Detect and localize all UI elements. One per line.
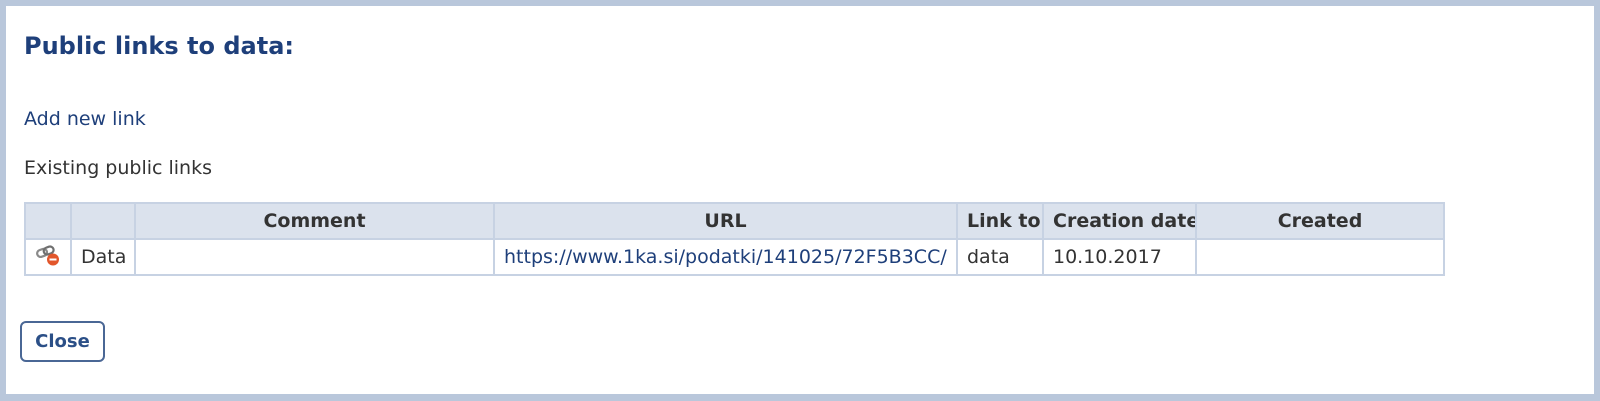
header-url: URL [493, 202, 958, 240]
row-type: Data [70, 238, 136, 276]
public-links-dialog: Public links to data: Add new link Exist… [6, 6, 1594, 394]
header-comment: Comment [134, 202, 495, 240]
table-row: Data https://www.1ka.si/podatki/141025/7… [24, 238, 1445, 276]
header-link-to: Link to [956, 202, 1044, 240]
public-links-table: Comment URL Link to Creation date Create… [24, 202, 1445, 276]
row-creation-date: 10.10.2017 [1042, 238, 1197, 276]
header-creation-date: Creation date [1042, 202, 1197, 240]
row-icon-cell[interactable] [24, 238, 72, 276]
dialog-title: Public links to data: [24, 32, 294, 60]
existing-links-label: Existing public links [24, 157, 213, 179]
row-url-link[interactable]: https://www.1ka.si/podatki/141025/72F5B3… [504, 246, 947, 268]
header-created: Created [1195, 202, 1445, 240]
add-new-link[interactable]: Add new link [24, 107, 146, 131]
table-header-row: Comment URL Link to Creation date Create… [24, 202, 1445, 240]
header-icon [24, 202, 72, 240]
row-link-to: data [956, 238, 1044, 276]
link-remove-icon[interactable] [35, 244, 61, 272]
row-created [1195, 238, 1445, 276]
header-type [70, 202, 136, 240]
close-button[interactable]: Close [20, 321, 105, 362]
row-url-cell: https://www.1ka.si/podatki/141025/72F5B3… [493, 238, 958, 276]
row-comment [134, 238, 495, 276]
